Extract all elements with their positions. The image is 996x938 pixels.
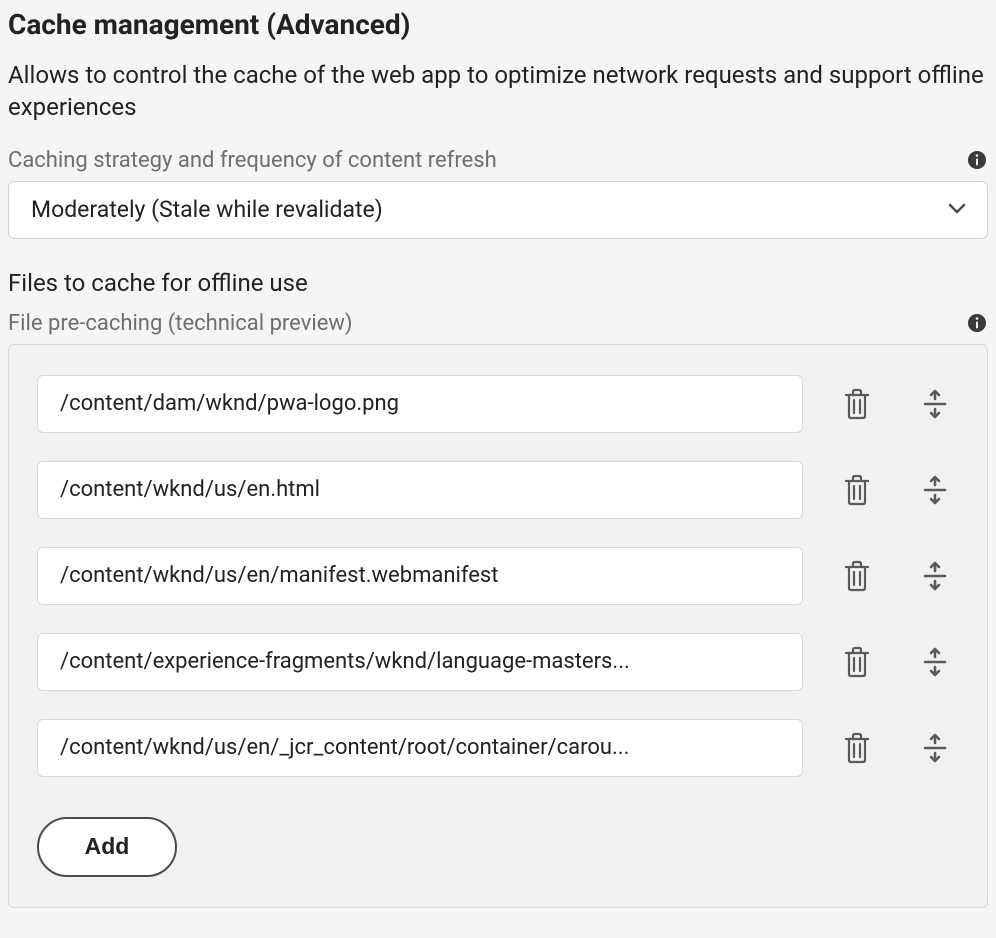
info-icon[interactable] — [966, 312, 988, 334]
reorder-icon — [920, 473, 950, 507]
file-path-input[interactable]: /content/wknd/us/en.html — [37, 461, 803, 519]
trash-icon — [842, 731, 872, 765]
caching-strategy-select[interactable]: Moderately (Stale while revalidate) — [8, 181, 988, 239]
trash-icon — [842, 559, 872, 593]
reorder-icon — [920, 645, 950, 679]
file-path-input[interactable]: /content/experience-fragments/wknd/langu… — [37, 633, 803, 691]
trash-icon — [842, 645, 872, 679]
multifield-row: /content/experience-fragments/wknd/langu… — [37, 633, 959, 691]
reorder-button[interactable] — [911, 724, 959, 772]
reorder-icon — [920, 559, 950, 593]
caching-strategy-label: Caching strategy and frequency of conten… — [8, 148, 497, 173]
trash-icon — [842, 473, 872, 507]
delete-button[interactable] — [833, 466, 881, 514]
delete-button[interactable] — [833, 638, 881, 686]
file-path-input[interactable]: /content/dam/wknd/pwa-logo.png — [37, 375, 803, 433]
reorder-icon — [920, 387, 950, 421]
info-icon[interactable] — [966, 149, 988, 171]
reorder-button[interactable] — [911, 552, 959, 600]
multifield-row: /content/wknd/us/en.html — [37, 461, 959, 519]
reorder-button[interactable] — [911, 380, 959, 428]
file-path-input[interactable]: /content/wknd/us/en/manifest.webmanifest — [37, 547, 803, 605]
file-precaching-label-row: File pre-caching (technical preview) — [8, 311, 988, 336]
caching-strategy-value: Moderately (Stale while revalidate) — [31, 196, 383, 223]
files-to-cache-heading: Files to cache for offline use — [8, 269, 988, 297]
file-precaching-label: File pre-caching (technical preview) — [8, 311, 353, 336]
reorder-button[interactable] — [911, 466, 959, 514]
section-description: Allows to control the cache of the web a… — [8, 59, 988, 124]
add-button[interactable]: Add — [37, 817, 177, 877]
reorder-button[interactable] — [911, 638, 959, 686]
delete-button[interactable] — [833, 552, 881, 600]
delete-button[interactable] — [833, 724, 881, 772]
reorder-icon — [920, 731, 950, 765]
multifield-row: /content/dam/wknd/pwa-logo.png — [37, 375, 959, 433]
caching-strategy-label-row: Caching strategy and frequency of conten… — [8, 148, 988, 173]
trash-icon — [842, 387, 872, 421]
section-title: Cache management (Advanced) — [8, 8, 988, 41]
multifield-row: /content/wknd/us/en/_jcr_content/root/co… — [37, 719, 959, 777]
delete-button[interactable] — [833, 380, 881, 428]
file-path-input[interactable]: /content/wknd/us/en/_jcr_content/root/co… — [37, 719, 803, 777]
multifield-row: /content/wknd/us/en/manifest.webmanifest — [37, 547, 959, 605]
file-precaching-multifield: /content/dam/wknd/pwa-logo.png /content/… — [8, 344, 988, 908]
caching-strategy-select-wrap: Moderately (Stale while revalidate) — [8, 181, 988, 239]
cache-management-panel: Cache management (Advanced) Allows to co… — [0, 0, 996, 924]
